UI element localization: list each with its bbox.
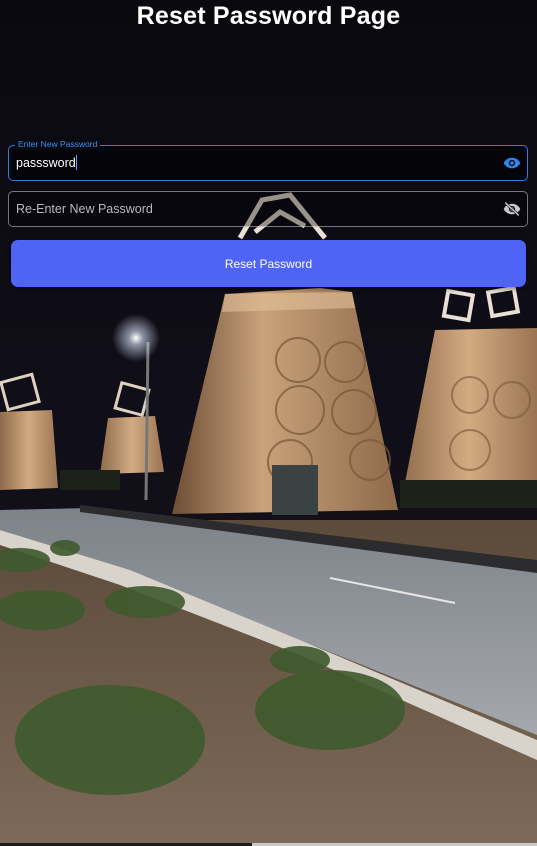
new-password-field[interactable]: Enter New Password <box>8 139 528 181</box>
confirm-password-input[interactable] <box>16 198 496 220</box>
eye-off-icon[interactable] <box>503 201 521 217</box>
text-cursor <box>76 155 77 170</box>
new-password-label: Enter New Password <box>15 139 101 150</box>
new-password-input[interactable] <box>16 152 496 174</box>
page-title: Reset Password Page <box>136 2 401 30</box>
eye-icon[interactable] <box>503 155 521 171</box>
reset-password-button[interactable]: Reset Password <box>11 240 526 287</box>
confirm-password-field[interactable] <box>8 191 528 227</box>
background-photo <box>0 0 537 846</box>
